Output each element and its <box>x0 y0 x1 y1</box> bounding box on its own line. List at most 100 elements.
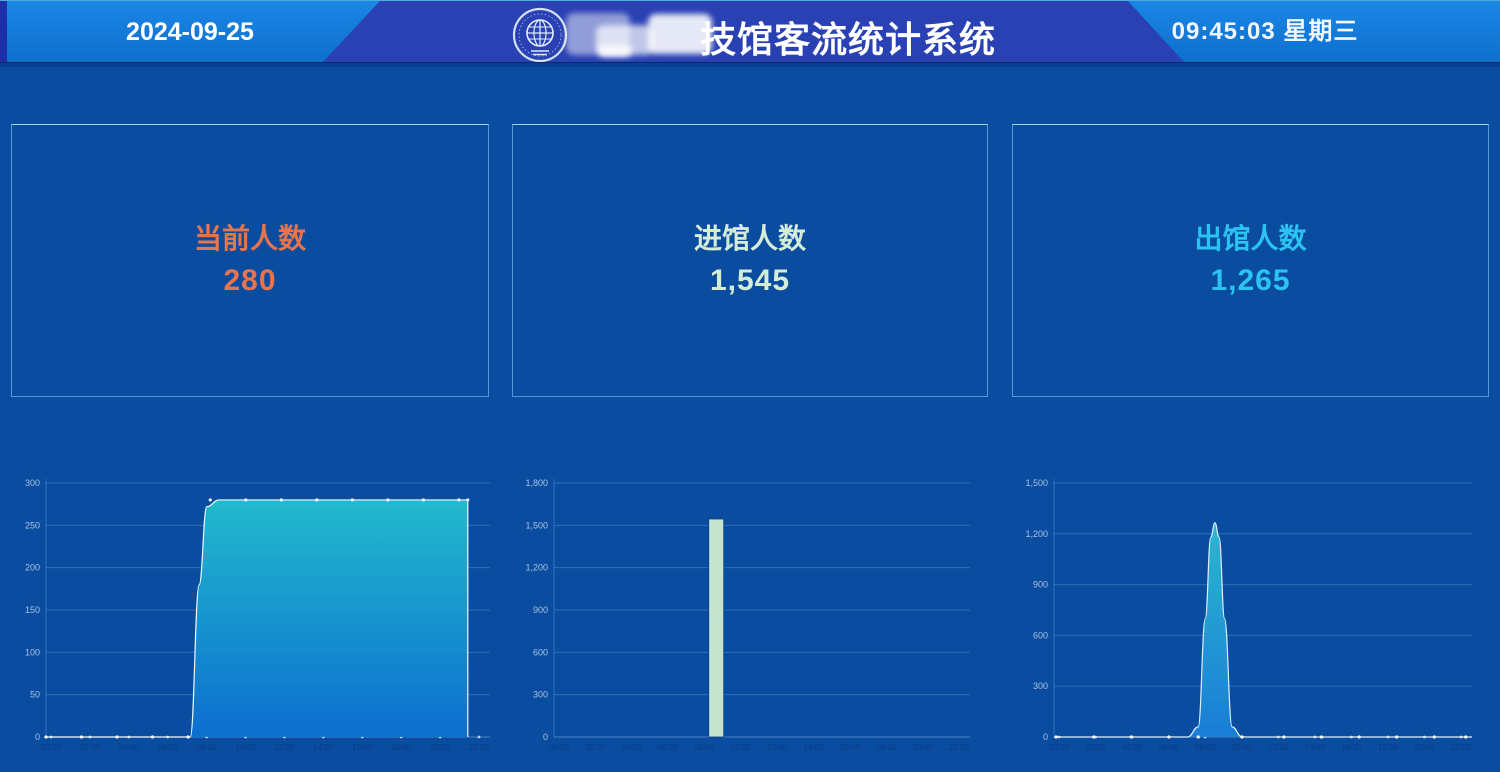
series-marker <box>1358 735 1361 738</box>
svg-text:16:00: 16:00 <box>352 743 373 752</box>
svg-text:22:00: 22:00 <box>469 743 490 752</box>
globe-emblem-icon <box>511 6 569 64</box>
svg-text:250: 250 <box>25 520 40 530</box>
svg-text:10:00: 10:00 <box>1232 743 1253 752</box>
svg-text:600: 600 <box>1033 630 1048 640</box>
series-marker <box>115 735 118 738</box>
svg-text:20:00: 20:00 <box>1414 743 1435 752</box>
svg-text:12:00: 12:00 <box>274 743 295 752</box>
svg-text:10:00: 10:00 <box>731 743 752 752</box>
redaction-blur <box>648 14 712 54</box>
svg-text:16:00: 16:00 <box>1341 743 1362 752</box>
svg-text:200: 200 <box>25 563 40 573</box>
series-marker <box>1130 735 1133 738</box>
stat-card-entered-count: 进馆人数 1,545 <box>512 124 988 397</box>
svg-text:12:00: 12:00 <box>1268 743 1289 752</box>
series-marker <box>186 735 189 738</box>
svg-text:100: 100 <box>25 647 40 657</box>
svg-text:02:00: 02:00 <box>585 743 606 752</box>
bar-series <box>709 519 724 737</box>
svg-text:18:00: 18:00 <box>391 743 412 752</box>
stat-label: 当前人数 <box>194 221 306 257</box>
stat-value: 1,545 <box>710 261 790 300</box>
series-marker <box>44 735 47 738</box>
stat-label: 出馆人数 <box>1194 221 1306 257</box>
series-marker <box>1167 735 1170 738</box>
series-marker <box>1395 735 1398 738</box>
svg-text:22:00: 22:00 <box>949 743 970 752</box>
chart-entered-count-bar: 03006009001,2001,5001,80000:0002:0004:00… <box>516 470 986 766</box>
series-marker <box>280 498 283 501</box>
svg-text:18:00: 18:00 <box>876 743 897 752</box>
stat-card-exited-count: 出馆人数 1,265 <box>1012 124 1489 397</box>
svg-text:1,800: 1,800 <box>525 478 548 488</box>
svg-text:02:00: 02:00 <box>1086 743 1107 752</box>
svg-text:300: 300 <box>1033 681 1048 691</box>
svg-text:08:00: 08:00 <box>197 743 218 752</box>
stat-value: 280 <box>223 261 276 300</box>
svg-text:900: 900 <box>1033 580 1048 590</box>
svg-text:04:00: 04:00 <box>119 743 140 752</box>
entered-count-bar-chart: 03006009001,2001,5001,80000:0002:0004:00… <box>516 470 986 766</box>
stat-label: 进馆人数 <box>694 221 806 257</box>
svg-text:900: 900 <box>533 605 548 615</box>
svg-text:1,500: 1,500 <box>525 520 548 530</box>
header-left-edge <box>0 1 7 63</box>
area-series-fill <box>46 500 468 737</box>
svg-text:06:00: 06:00 <box>158 743 179 752</box>
area-series-line <box>1054 523 1472 737</box>
series-marker <box>466 498 469 501</box>
series-marker <box>80 735 83 738</box>
svg-text:600: 600 <box>533 647 548 657</box>
series-marker <box>1433 735 1436 738</box>
stat-value: 1,265 <box>1210 261 1290 300</box>
svg-text:06:00: 06:00 <box>1159 743 1180 752</box>
current-time: 09:45:03 星期三 <box>1105 1 1425 63</box>
svg-text:12:00: 12:00 <box>767 743 788 752</box>
redaction-blur <box>598 45 632 57</box>
series-marker <box>1054 735 1057 738</box>
series-marker <box>1197 735 1200 738</box>
series-marker <box>422 498 425 501</box>
svg-text:02:00: 02:00 <box>80 743 101 752</box>
series-marker <box>351 498 354 501</box>
current-count-area-chart: 05010015020025030000:0002:0004:0006:0008… <box>8 470 506 766</box>
series-marker <box>1320 735 1323 738</box>
svg-text:08:00: 08:00 <box>694 743 715 752</box>
svg-text:1,200: 1,200 <box>525 563 548 573</box>
svg-text:18:00: 18:00 <box>1378 743 1399 752</box>
svg-text:300: 300 <box>25 478 40 488</box>
svg-text:14:00: 14:00 <box>313 743 334 752</box>
chart-current-count-area: 05010015020025030000:0002:0004:0006:0008… <box>8 470 506 766</box>
svg-text:300: 300 <box>533 690 548 700</box>
series-marker <box>1464 735 1467 738</box>
svg-text:22:00: 22:00 <box>1451 743 1472 752</box>
svg-text:00:00: 00:00 <box>41 743 62 752</box>
series-marker <box>209 498 212 501</box>
svg-text:08:00: 08:00 <box>1195 743 1216 752</box>
svg-text:1,200: 1,200 <box>1025 529 1048 539</box>
exited-count-area-chart: 0 300 600 900 1,200 1,500 00:00 02:00 04:00 06:00… <box>1016 470 1488 766</box>
series-marker <box>1092 735 1095 738</box>
page-title: 技馆客流统计系统 <box>700 11 996 63</box>
svg-text:04:00: 04:00 <box>1122 743 1143 752</box>
svg-text:04:00: 04:00 <box>622 743 643 752</box>
svg-text:20:00: 20:00 <box>430 743 451 752</box>
svg-text:50: 50 <box>30 690 40 700</box>
series-marker <box>1282 735 1285 738</box>
svg-text:06:00: 06:00 <box>658 743 679 752</box>
series-marker <box>151 735 154 738</box>
svg-text:16:00: 16:00 <box>840 743 861 752</box>
svg-text:10:00: 10:00 <box>236 743 257 752</box>
series-marker <box>386 498 389 501</box>
series-marker <box>244 498 247 501</box>
series-marker <box>315 498 318 501</box>
header-divider <box>0 62 1500 67</box>
series-marker <box>1241 735 1244 738</box>
svg-text:00:00: 00:00 <box>1049 743 1070 752</box>
chart-exited-count-area: 0 300 600 900 1,200 1,500 00:00 02:00 04:00 06:00… <box>1016 470 1488 766</box>
svg-text:14:00: 14:00 <box>804 743 825 752</box>
svg-text:0: 0 <box>1043 732 1048 742</box>
svg-text:1,500: 1,500 <box>1025 478 1048 488</box>
current-date: 2024-09-25 <box>60 1 320 63</box>
